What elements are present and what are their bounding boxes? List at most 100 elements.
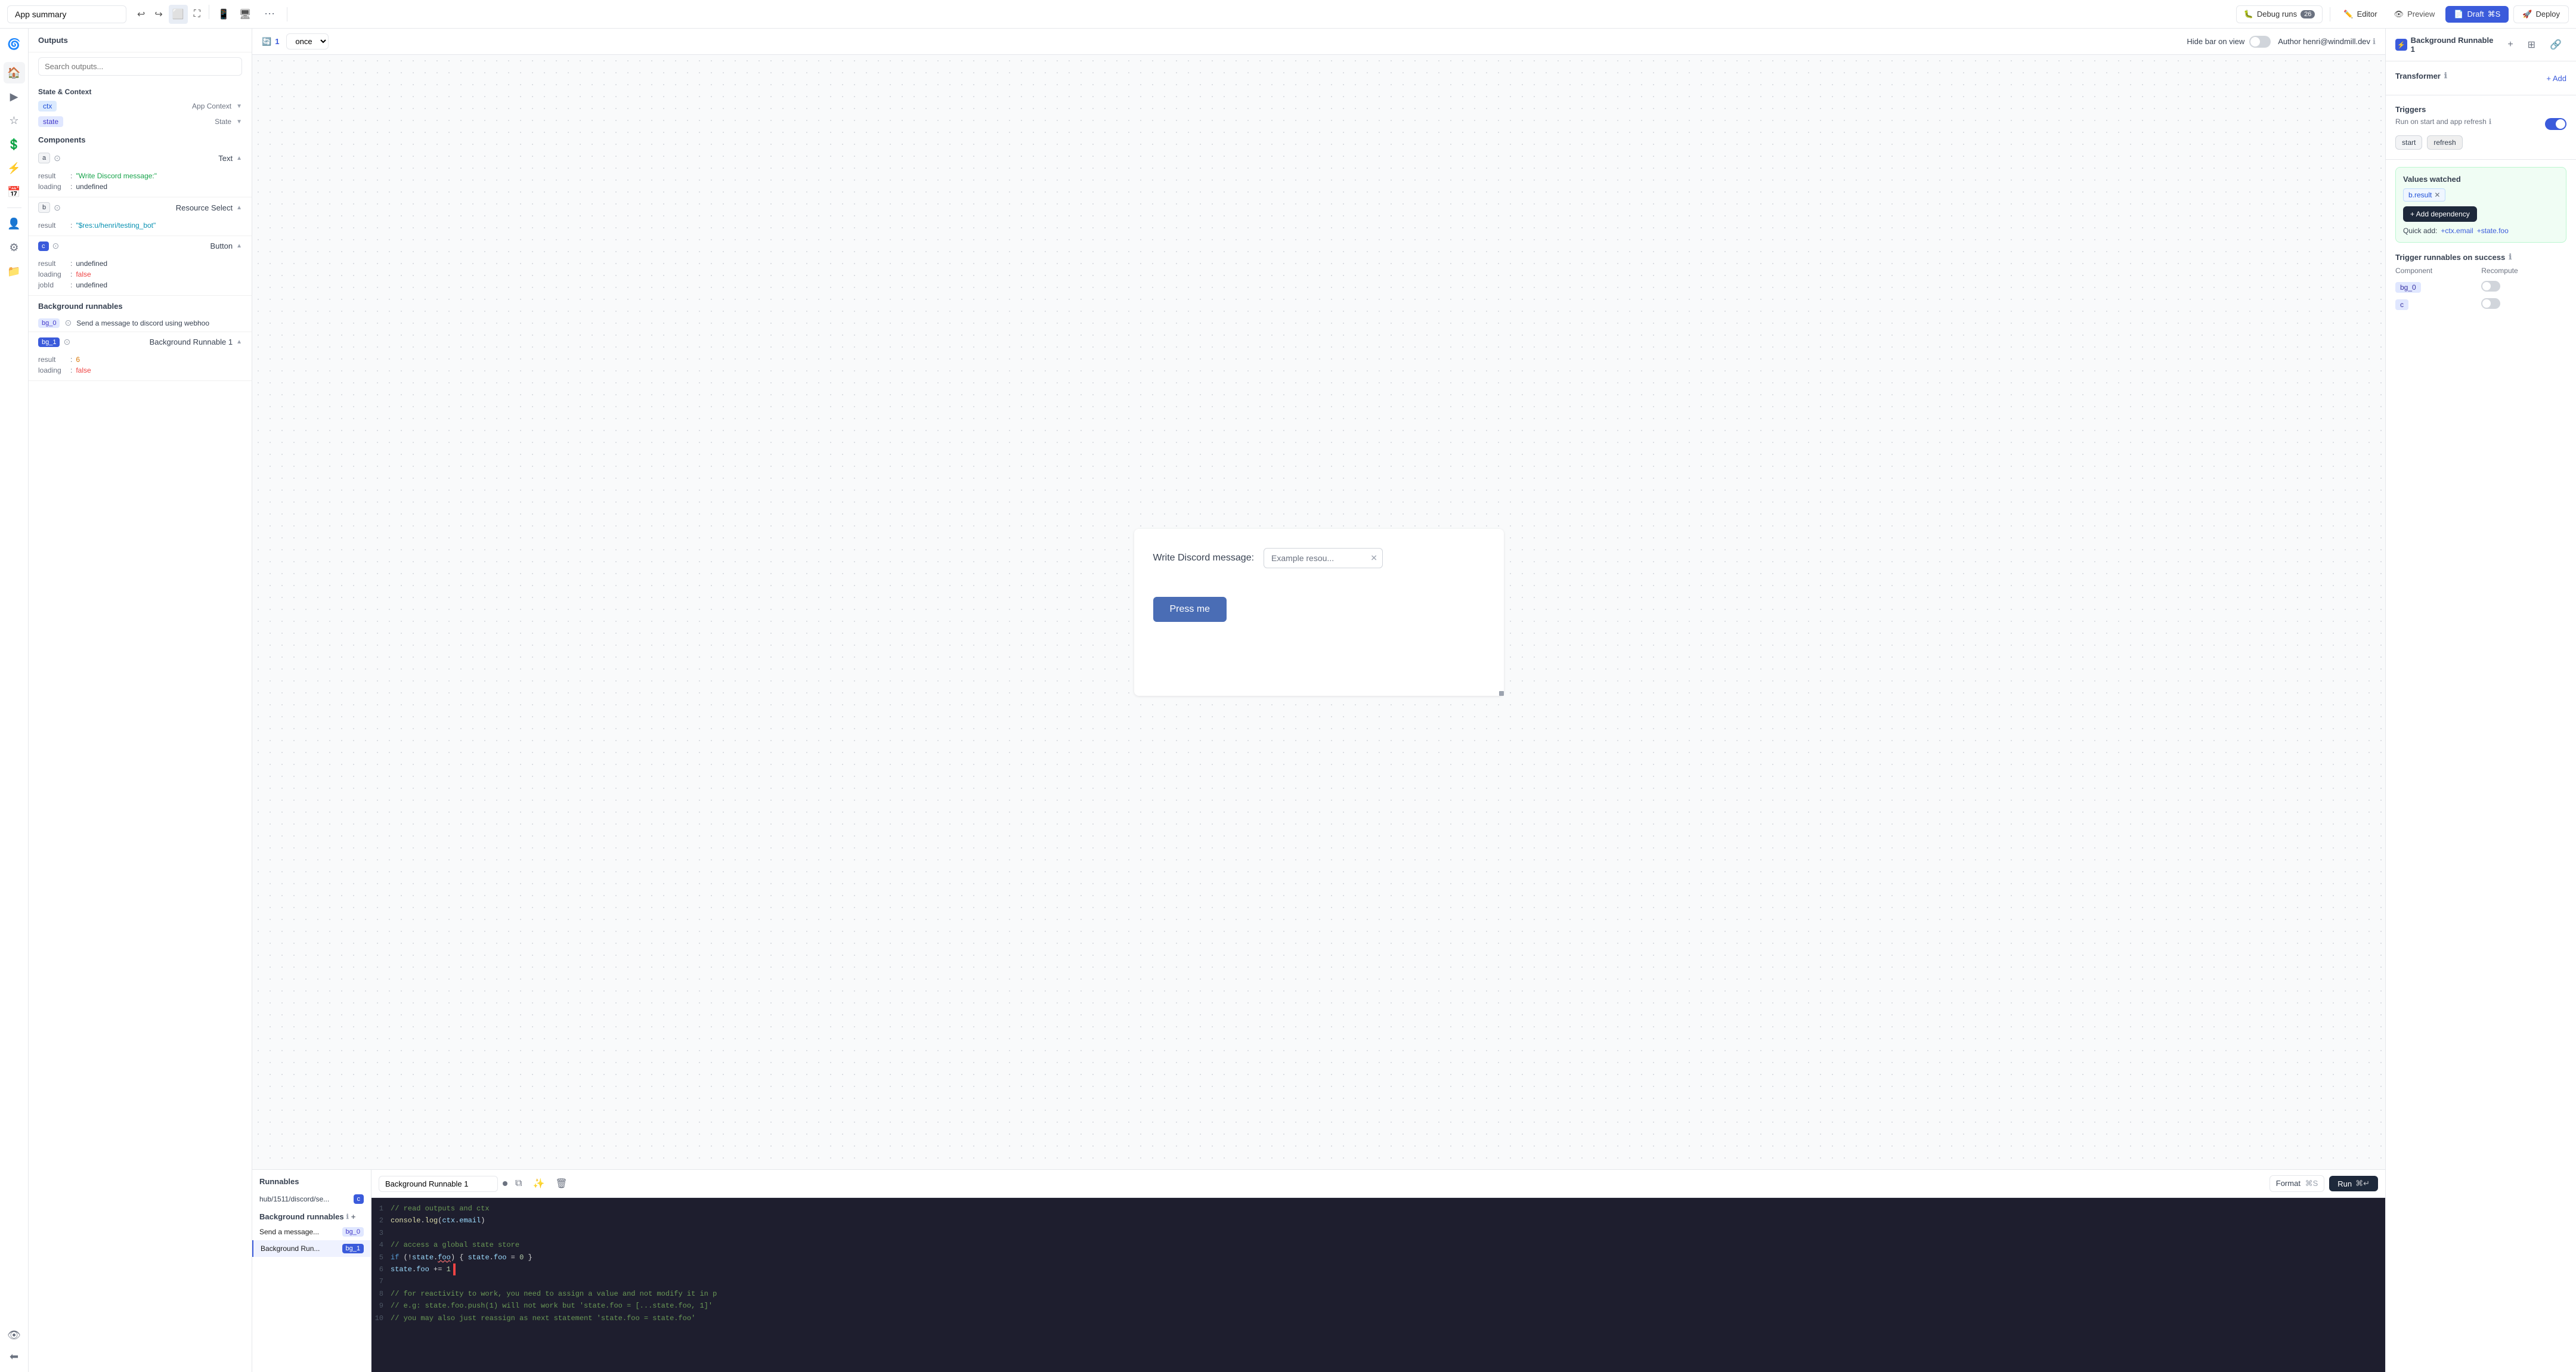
component-c-header[interactable]: c ⊙ Button ▲ (29, 236, 252, 256)
discord-label: Write Discord message: (1153, 553, 1255, 563)
detail-row: result : 6 (38, 354, 242, 365)
outputs-title: Outputs (38, 36, 242, 45)
bg-runnables-add-icon[interactable]: + (351, 1212, 356, 1221)
triggers-desc: Run on start and app refresh ℹ (2395, 117, 2491, 126)
ctx-chevron-icon: ▼ (236, 103, 242, 110)
discord-resource-select[interactable]: Example resou... ✕ (1264, 548, 1383, 568)
editor-button[interactable]: ✏️ Editor (2337, 6, 2383, 23)
right-plus-button[interactable]: + (2503, 36, 2518, 53)
bottom-split: Runnables hub/1511/discord/se... c Backg… (252, 1169, 2385, 1372)
triggers-info-icon[interactable]: ℹ (2489, 117, 2492, 126)
trigger-table-recompute-header: Recompute (2481, 267, 2566, 278)
delete-icon-button[interactable]: 🗑 (552, 1175, 570, 1193)
nav-variables-icon[interactable]: ⚡ (4, 157, 25, 179)
move-handle-a[interactable]: ⊙ (54, 153, 61, 163)
watched-remove-icon[interactable]: ✕ (2434, 191, 2440, 199)
preview-button[interactable]: 👁 Preview (2388, 6, 2441, 23)
format-button[interactable]: Format ⌘S (2270, 1175, 2324, 1192)
run-button[interactable]: Run ⌘↵ (2329, 1176, 2378, 1191)
state-chevron-icon: ▼ (236, 119, 242, 125)
component-a-header[interactable]: a ⊙ Text ▲ (29, 148, 252, 168)
bg1-header[interactable]: bg_1 ⊙ Background Runnable 1 ▲ (29, 332, 252, 352)
watched-tag-0: b.result ✕ (2403, 188, 2445, 202)
logo-icon[interactable]: 🌀 (4, 33, 25, 55)
component-a-label: Text (218, 154, 233, 163)
add-transformer-button[interactable]: + Add (2546, 74, 2566, 83)
debug-runs-button[interactable]: 🐛 Debug runs 26 (2236, 5, 2323, 23)
hide-bar-toggle[interactable] (2249, 36, 2271, 48)
bg-runnables-info-icon: ℹ (346, 1213, 349, 1221)
fullscreen-button[interactable]: ⛶ (190, 5, 204, 24)
bg1-details: result : 6 loading : false (29, 352, 252, 380)
quick-tag-0[interactable]: +ctx.email (2441, 227, 2473, 235)
code-body[interactable]: 1 // read outputs and ctx 2 console.log(… (371, 1198, 2385, 1372)
component-b-header[interactable]: b ⊙ Resource Select ▲ (29, 197, 252, 218)
trigger-runnables-info-icon[interactable]: ℹ (2509, 252, 2512, 262)
copy-icon-button[interactable]: ⧉ (512, 1175, 525, 1192)
deploy-button[interactable]: 🚀 Deploy (2513, 5, 2569, 23)
right-panel-top: ⚡ Background Runnable 1 + ⊞ 🔗 (2386, 29, 2576, 61)
bg1-label: Background Runnable 1 (150, 337, 233, 346)
nav-expand-icon[interactable]: ⬅ (4, 1346, 25, 1367)
mobile-view-button[interactable]: 📱 (214, 5, 233, 24)
rocket-icon: 🚀 (2522, 10, 2532, 19)
nav-flows-icon[interactable]: ▶ (4, 86, 25, 107)
frequency-select[interactable]: once (286, 33, 329, 49)
state-tag: state (38, 116, 63, 127)
events-row: start refresh (2395, 135, 2566, 150)
press-me-button[interactable]: Press me (1153, 597, 1227, 622)
right-panel-top-icons: + ⊞ 🔗 (2503, 36, 2566, 53)
event-start-button[interactable]: start (2395, 135, 2422, 150)
resize-handle[interactable] (1499, 691, 1504, 696)
view-code-button[interactable]: ⬜ (169, 5, 188, 24)
component-a-block: a ⊙ Text ▲ result : "Write Discord messa… (29, 148, 252, 197)
error-marker (453, 1263, 456, 1275)
recompute-toggle-bg0[interactable] (2481, 281, 2500, 292)
move-handle-c[interactable]: ⊙ (52, 241, 60, 251)
quick-tag-1[interactable]: +state.foo (2477, 227, 2509, 235)
nav-schedule-icon[interactable]: 📅 (4, 181, 25, 203)
bg0-row[interactable]: bg_0 ⊙ Send a message to discord using w… (29, 314, 252, 332)
event-refresh-button[interactable]: refresh (2427, 135, 2462, 150)
triggers-toggle[interactable] (2545, 118, 2566, 130)
discord-clear-icon[interactable]: ✕ (1370, 553, 1377, 563)
undo-button[interactable]: ↩ (134, 5, 148, 24)
add-dependency-button[interactable]: + Add dependency (2403, 206, 2477, 222)
ctx-tag: ctx (38, 101, 57, 112)
bg-runnable-name-1: Background Run... (261, 1244, 320, 1253)
runnable-item[interactable]: hub/1511/discord/se... c (252, 1191, 371, 1207)
editor-title-input[interactable] (379, 1176, 498, 1192)
nav-apps-icon[interactable]: ☆ (4, 110, 25, 131)
app-title-input[interactable] (7, 5, 126, 23)
recompute-toggle-c[interactable] (2481, 298, 2500, 309)
center-panel: 🔄 1 once Hide bar on view Author henri@w… (252, 29, 2385, 1372)
draft-button[interactable]: 📄 Draft ⌘S (2445, 6, 2509, 23)
nav-users-icon[interactable]: 👤 (4, 213, 25, 234)
redo-button[interactable]: ↪ (151, 5, 166, 24)
move-handle-bg0[interactable]: ⊙ (64, 318, 72, 328)
transformer-info-icon[interactable]: ℹ (2444, 71, 2447, 80)
bg-runnable-item-1[interactable]: Background Run... bg_1 (252, 1240, 371, 1257)
move-handle-bg1[interactable]: ⊙ (63, 337, 70, 347)
more-options-button[interactable]: ⋯ (259, 5, 280, 23)
nav-eye-icon[interactable]: 👁 (4, 1324, 25, 1346)
quick-add-row: Quick add: +ctx.email +state.foo (2403, 227, 2559, 235)
debug-label: Debug runs (2257, 10, 2297, 18)
bg-runnable-icon: ⚡ (2395, 39, 2407, 51)
nav-home-icon[interactable]: 🏠 (4, 62, 25, 83)
right-grid-button[interactable]: ⊞ (2523, 36, 2540, 53)
bg-runnable-name-0: Send a message... (259, 1228, 319, 1236)
nav-resources-icon[interactable]: 💲 (4, 134, 25, 155)
nav-folders-icon[interactable]: 📁 (4, 261, 25, 282)
desktop-view-button[interactable]: 🖥 (236, 5, 255, 24)
editor-topbar: ⧉ ✨ 🗑 Format ⌘S Run ⌘↵ (371, 1170, 2385, 1198)
canvas-area[interactable]: Write Discord message: Example resou... … (252, 55, 2385, 1169)
info-icon[interactable]: ℹ (2373, 37, 2376, 47)
nav-settings-icon[interactable]: ⚙ (4, 237, 25, 258)
bg-runnable-item-0[interactable]: Send a message... bg_0 (252, 1224, 371, 1240)
code-line-1: 1 // read outputs and ctx (371, 1203, 2385, 1215)
right-link-button[interactable]: 🔗 (2545, 36, 2566, 53)
wand-icon-button[interactable]: ✨ (530, 1175, 547, 1193)
move-handle-b[interactable]: ⊙ (54, 203, 61, 213)
search-outputs-input[interactable] (38, 57, 242, 76)
